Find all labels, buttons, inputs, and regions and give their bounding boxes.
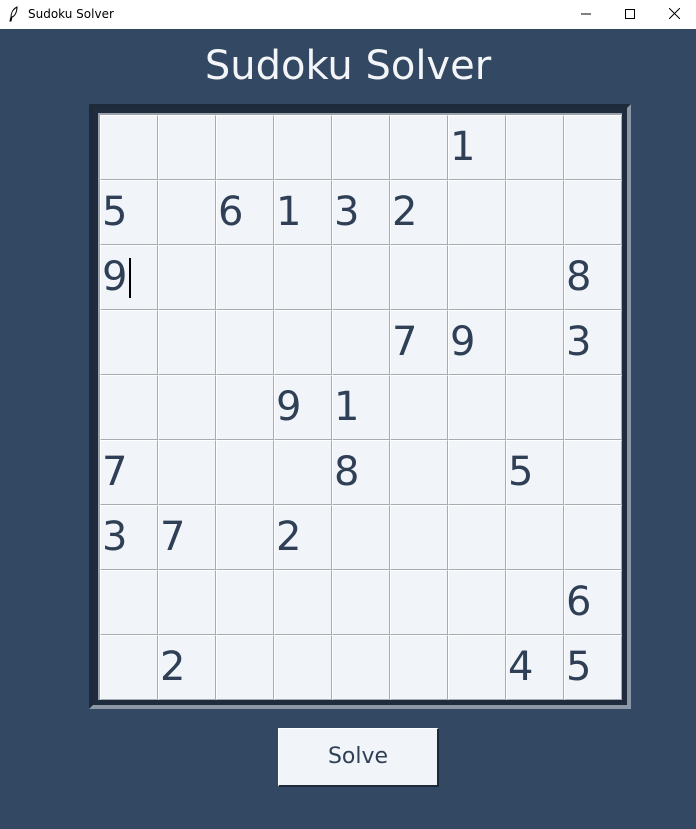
sudoku-cell[interactable] [216,245,274,310]
sudoku-cell[interactable] [564,505,622,570]
sudoku-cell[interactable] [332,310,390,375]
sudoku-cell[interactable] [274,245,332,310]
sudoku-cell[interactable]: 6 [564,570,622,635]
sudoku-cell[interactable] [332,505,390,570]
sudoku-cell[interactable] [448,570,506,635]
sudoku-cell[interactable] [216,375,274,440]
sudoku-cell[interactable] [216,440,274,505]
sudoku-cell[interactable] [506,245,564,310]
sudoku-cell[interactable] [100,115,158,180]
sudoku-cell[interactable] [158,180,216,245]
sudoku-cell[interactable] [506,180,564,245]
sudoku-cell[interactable] [274,440,332,505]
app-window: Sudoku Solver Sudoku Solver 156132987939… [0,0,696,829]
sudoku-cell[interactable]: 9 [100,245,158,310]
sudoku-cell[interactable] [216,505,274,570]
sudoku-cell[interactable] [158,115,216,180]
sudoku-cell[interactable]: 9 [274,375,332,440]
minimize-icon [581,8,591,22]
sudoku-cell[interactable] [100,570,158,635]
sudoku-cell[interactable] [506,505,564,570]
sudoku-cell[interactable]: 4 [506,635,564,700]
sudoku-cell[interactable] [216,115,274,180]
sudoku-cell[interactable]: 2 [158,635,216,700]
sudoku-cell[interactable] [332,115,390,180]
sudoku-cell[interactable]: 8 [332,440,390,505]
sudoku-cell[interactable] [448,635,506,700]
sudoku-cell[interactable] [390,115,448,180]
window-title: Sudoku Solver [28,7,114,21]
page-title: Sudoku Solver [204,43,492,89]
sudoku-cell[interactable] [390,635,448,700]
sudoku-cell[interactable] [506,570,564,635]
sudoku-cell[interactable]: 1 [448,115,506,180]
sudoku-cell[interactable] [390,505,448,570]
sudoku-cell[interactable] [390,245,448,310]
maximize-button[interactable] [607,0,653,29]
sudoku-cell[interactable]: 7 [158,505,216,570]
sudoku-cell[interactable] [390,375,448,440]
sudoku-cell[interactable] [100,635,158,700]
sudoku-cell[interactable] [448,180,506,245]
text-caret [129,258,131,298]
sudoku-cell[interactable] [216,310,274,375]
sudoku-cell[interactable] [448,245,506,310]
sudoku-cell[interactable]: 5 [506,440,564,505]
sudoku-cell[interactable]: 2 [390,180,448,245]
sudoku-cell[interactable] [100,375,158,440]
sudoku-cell[interactable]: 5 [100,180,158,245]
sudoku-cell[interactable] [564,180,622,245]
sudoku-cell[interactable] [332,635,390,700]
sudoku-cell[interactable] [158,310,216,375]
sudoku-cell[interactable] [332,570,390,635]
sudoku-cell[interactable] [216,635,274,700]
sudoku-cell[interactable] [158,570,216,635]
sudoku-grid: 15613298793917853726245 [98,113,622,700]
sudoku-cell[interactable]: 8 [564,245,622,310]
sudoku-cell[interactable]: 6 [216,180,274,245]
sudoku-cell[interactable] [564,115,622,180]
sudoku-cell[interactable] [564,440,622,505]
sudoku-cell[interactable] [274,310,332,375]
sudoku-cell[interactable]: 2 [274,505,332,570]
sudoku-cell[interactable] [390,570,448,635]
sudoku-cell[interactable] [448,375,506,440]
solve-button[interactable]: Solve [278,728,439,787]
sudoku-cell[interactable]: 7 [100,440,158,505]
title-bar: Sudoku Solver [0,0,696,29]
close-button[interactable] [652,0,696,29]
sudoku-cell[interactable] [100,310,158,375]
sudoku-cell[interactable]: 3 [332,180,390,245]
sudoku-cell[interactable] [158,440,216,505]
sudoku-cell[interactable] [332,245,390,310]
sudoku-cell[interactable]: 3 [564,310,622,375]
sudoku-cell[interactable]: 1 [274,180,332,245]
sudoku-cell[interactable] [158,245,216,310]
sudoku-cell[interactable] [448,440,506,505]
sudoku-cell[interactable]: 9 [448,310,506,375]
sudoku-cell[interactable] [274,635,332,700]
sudoku-cell[interactable] [390,440,448,505]
sudoku-cell[interactable] [274,570,332,635]
close-icon [668,7,680,22]
minimize-button[interactable] [563,0,609,29]
sudoku-cell[interactable] [506,310,564,375]
sudoku-cell[interactable]: 7 [390,310,448,375]
sudoku-cell[interactable] [216,570,274,635]
sudoku-cell[interactable]: 1 [332,375,390,440]
sudoku-cell[interactable] [506,375,564,440]
sudoku-cell[interactable]: 5 [564,635,622,700]
sudoku-cell[interactable] [448,505,506,570]
sudoku-cell[interactable] [506,115,564,180]
sudoku-cell[interactable] [564,375,622,440]
sudoku-cell[interactable] [274,115,332,180]
maximize-icon [625,8,635,22]
sudoku-cell[interactable] [158,375,216,440]
feather-icon [8,6,20,22]
sudoku-cell[interactable]: 3 [100,505,158,570]
